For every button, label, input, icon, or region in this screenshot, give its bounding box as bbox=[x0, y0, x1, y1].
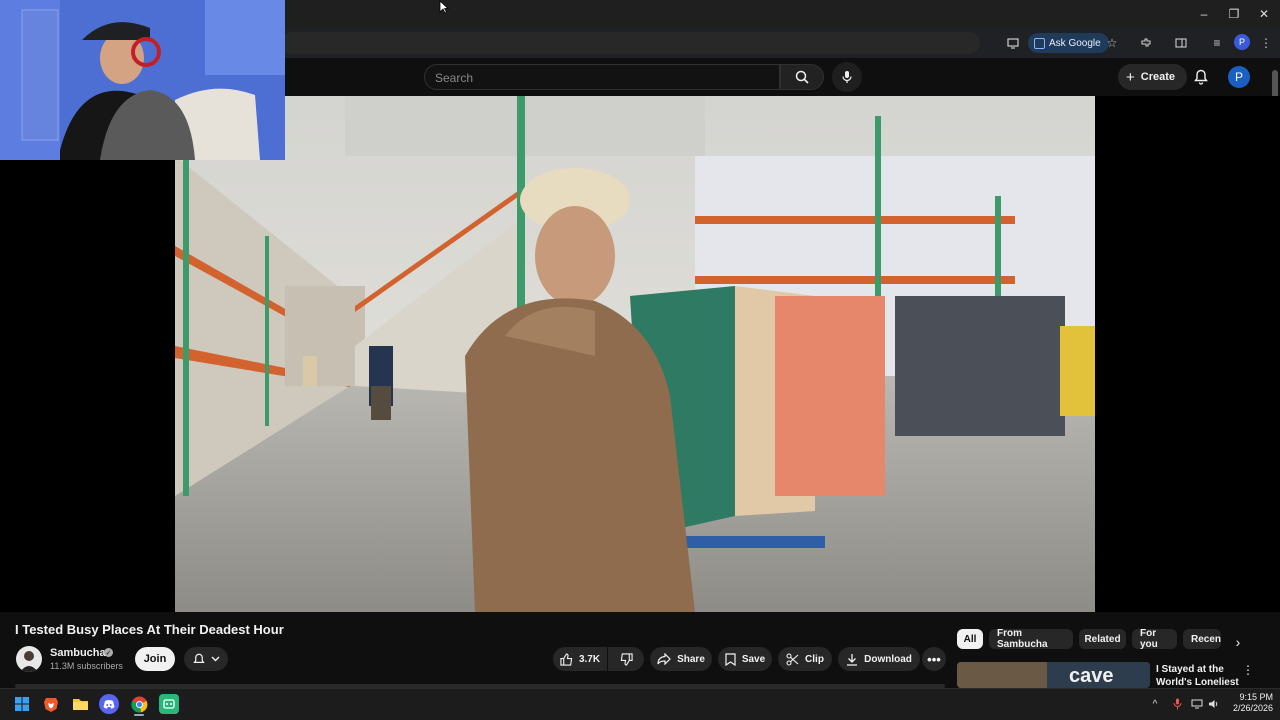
thumbs-down-icon bbox=[620, 652, 633, 666]
save-button[interactable]: Save bbox=[718, 647, 772, 671]
account-avatar[interactable]: P bbox=[1228, 66, 1250, 88]
subscription-bell-button[interactable] bbox=[184, 647, 228, 671]
recommendation-thumbnail[interactable]: cave bbox=[957, 662, 1150, 688]
address-bar[interactable] bbox=[280, 32, 980, 54]
cast-icon[interactable] bbox=[1004, 34, 1022, 52]
search-button[interactable] bbox=[780, 64, 824, 90]
like-count: 3.7K bbox=[578, 653, 601, 665]
brave-browser-icon[interactable] bbox=[41, 694, 61, 714]
chevron-right-icon[interactable]: › bbox=[1228, 632, 1248, 652]
clock-time: 9:15 PM bbox=[1239, 692, 1273, 702]
ask-google-label: Ask Google bbox=[1049, 37, 1101, 49]
chip-recent[interactable]: Recen bbox=[1183, 629, 1221, 649]
chip-all[interactable]: All bbox=[957, 629, 983, 649]
more-horizontal-icon: ••• bbox=[927, 651, 941, 667]
chrome-icon[interactable] bbox=[129, 694, 149, 714]
chip-from-sambucha[interactable]: From Sambucha bbox=[989, 628, 1073, 650]
bookmark-icon bbox=[725, 652, 736, 666]
more-vertical-icon[interactable]: ⋮ bbox=[1242, 662, 1254, 678]
like-button[interactable]: 3.7K bbox=[553, 647, 607, 671]
chip-for-you[interactable]: For you bbox=[1132, 628, 1177, 650]
bookmark-star-icon[interactable]: ☆ bbox=[1103, 34, 1121, 52]
bell-icon bbox=[192, 653, 205, 663]
create-button[interactable]: + Create bbox=[1118, 64, 1188, 90]
clip-label: Clip bbox=[805, 653, 824, 665]
chip-related[interactable]: Related bbox=[1079, 629, 1126, 649]
system-clock[interactable]: 9:15 PM 2/26/2026 bbox=[1225, 692, 1273, 714]
bell-icon bbox=[1194, 69, 1208, 85]
dislike-button[interactable] bbox=[608, 647, 644, 671]
voice-search-button[interactable] bbox=[832, 62, 862, 92]
verified-badge-icon: ✓ bbox=[104, 648, 113, 657]
notifications-button[interactable] bbox=[1190, 66, 1212, 88]
scissors-icon bbox=[786, 652, 799, 666]
mouse-cursor bbox=[439, 0, 450, 19]
file-explorer-icon[interactable] bbox=[70, 694, 90, 714]
google-lens-icon bbox=[1034, 37, 1045, 49]
download-label: Download bbox=[864, 653, 912, 665]
browser-menu-icon[interactable]: ⋮ bbox=[1257, 34, 1275, 52]
microphone-tray-icon[interactable] bbox=[1170, 697, 1184, 711]
plus-icon: + bbox=[1126, 68, 1135, 86]
minimize-button[interactable]: – bbox=[1188, 0, 1220, 28]
extensions-icon[interactable] bbox=[1137, 34, 1155, 52]
webcam-overlay bbox=[0, 0, 285, 160]
create-label: Create bbox=[1140, 71, 1176, 83]
thumbnail-text: cave bbox=[1069, 665, 1114, 687]
chevron-down-icon bbox=[211, 656, 219, 662]
video-frame[interactable] bbox=[175, 96, 1095, 612]
share-button[interactable]: Share bbox=[650, 647, 712, 671]
chevron-up-icon[interactable]: ^ bbox=[1148, 697, 1162, 711]
network-icon[interactable] bbox=[1190, 697, 1204, 711]
download-icon bbox=[847, 653, 858, 666]
search-box bbox=[424, 64, 780, 90]
save-label: Save bbox=[741, 653, 766, 665]
side-panel-icon[interactable] bbox=[1172, 34, 1190, 52]
ask-google-button[interactable]: Ask Google bbox=[1028, 33, 1109, 53]
media-controls-icon[interactable]: ≡ bbox=[1208, 34, 1226, 52]
share-label: Share bbox=[677, 653, 705, 665]
download-button[interactable]: Download bbox=[838, 647, 920, 671]
channel-avatar[interactable] bbox=[16, 646, 42, 672]
clip-button[interactable]: Clip bbox=[778, 647, 832, 671]
channel-name[interactable]: Sambucha bbox=[50, 647, 106, 659]
subscriber-count: 11.3M subscribers bbox=[50, 661, 123, 671]
search-input[interactable] bbox=[433, 68, 767, 88]
volume-icon[interactable] bbox=[1206, 697, 1220, 711]
share-icon bbox=[657, 653, 671, 665]
more-actions-button[interactable]: ••• bbox=[922, 647, 946, 671]
video-title: I Tested Busy Places At Their Deadest Ho… bbox=[15, 622, 284, 637]
webcam-image bbox=[0, 0, 285, 160]
clock-date: 2/26/2026 bbox=[1232, 703, 1273, 713]
app-icon[interactable] bbox=[159, 694, 179, 714]
join-button[interactable]: Join bbox=[135, 647, 175, 671]
search-icon bbox=[795, 70, 809, 84]
microphone-icon bbox=[842, 71, 852, 83]
discord-icon[interactable] bbox=[99, 694, 119, 714]
close-window-button[interactable]: ✕ bbox=[1248, 0, 1280, 28]
warehouse-video-image bbox=[175, 96, 1095, 612]
windows-start-icon[interactable] bbox=[12, 694, 32, 714]
thumbs-up-icon bbox=[560, 652, 573, 666]
taskbar bbox=[0, 688, 1280, 720]
active-app-indicator bbox=[134, 714, 144, 716]
restore-button[interactable]: ❐ bbox=[1218, 0, 1250, 28]
browser-profile-avatar[interactable]: P bbox=[1234, 34, 1250, 50]
